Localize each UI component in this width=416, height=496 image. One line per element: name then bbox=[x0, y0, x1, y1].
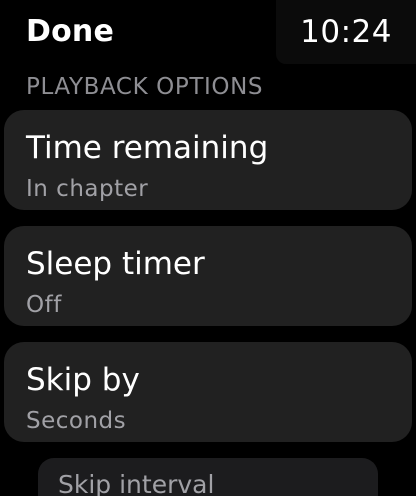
option-title: Skip by bbox=[26, 362, 140, 398]
option-title: Skip interval bbox=[58, 470, 215, 496]
header-bar: Done 10:24 bbox=[0, 0, 416, 70]
option-skip-by[interactable]: Skip by Seconds bbox=[4, 342, 412, 442]
option-time-remaining[interactable]: Time remaining In chapter bbox=[4, 110, 412, 210]
option-skip-interval[interactable]: Skip interval bbox=[38, 458, 378, 496]
clock-background: 10:24 bbox=[276, 0, 416, 64]
option-sleep-timer[interactable]: Sleep timer Off bbox=[4, 226, 412, 326]
option-title: Time remaining bbox=[26, 130, 269, 166]
section-header: PLAYBACK OPTIONS bbox=[26, 74, 264, 100]
done-button[interactable]: Done bbox=[26, 14, 114, 49]
status-time: 10:24 bbox=[300, 14, 392, 50]
watch-screen: Done 10:24 PLAYBACK OPTIONS Time remaini… bbox=[0, 0, 416, 496]
option-value: Seconds bbox=[26, 408, 127, 434]
option-value: In chapter bbox=[26, 176, 149, 202]
option-title: Sleep timer bbox=[26, 246, 205, 282]
option-value: Off bbox=[26, 292, 62, 318]
